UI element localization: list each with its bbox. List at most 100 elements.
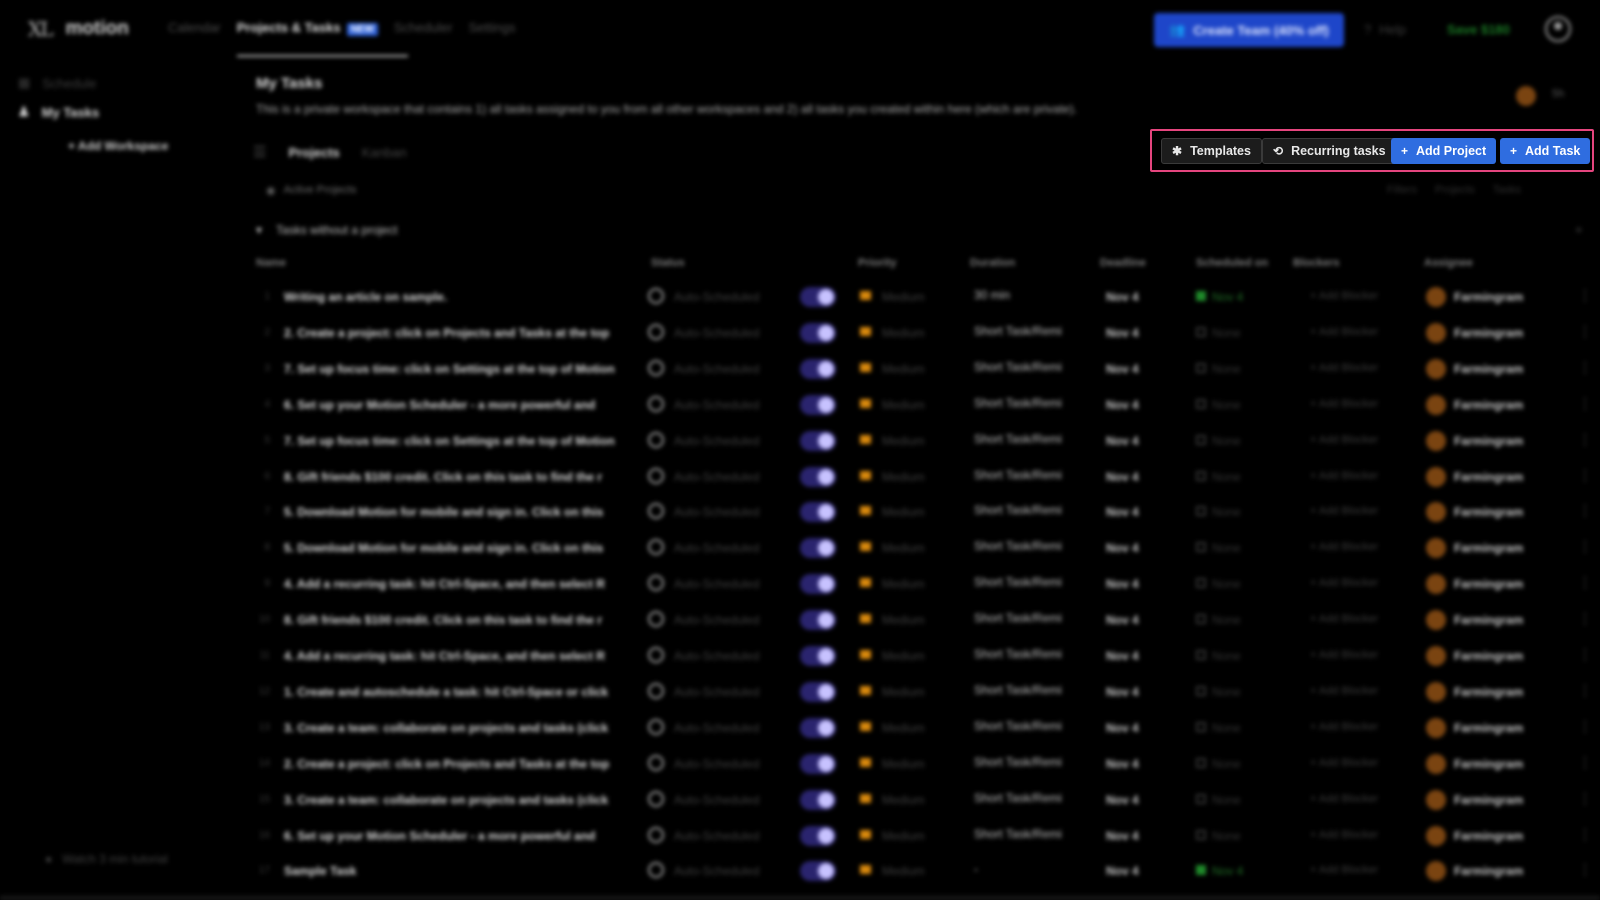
more-options-icon[interactable]: ⋮ [1578,538,1592,555]
task-deadline[interactable]: Nov 4 [1106,434,1139,448]
task-assignee[interactable]: Farmingram [1454,613,1523,627]
task-duration[interactable]: Short Task/Remi [974,432,1062,446]
task-status[interactable]: Auto-Scheduled [674,577,759,591]
more-options-icon[interactable]: ⋮ [1578,359,1592,376]
sidebar-item-schedule[interactable]: ▦ Schedule [18,75,97,91]
more-options-icon[interactable]: ⋮ [1578,323,1592,340]
task-assignee[interactable]: Farmingram [1454,864,1523,878]
task-name[interactable]: 7. Set up focus time: click on Settings … [284,434,639,448]
group-header[interactable]: ▾ Tasks without a project [256,223,397,237]
task-duration[interactable]: Short Task/Remi [974,611,1062,625]
task-priority[interactable]: Medium [882,757,925,771]
table-row[interactable]: 1 Writing an article on sample. Auto-Sched… [256,279,1592,314]
task-priority[interactable]: Medium [882,649,925,663]
column-header-blockers[interactable]: Blockers [1293,257,1339,269]
task-name[interactable]: 5. Download Motion for mobile and sign i… [284,505,639,519]
task-name[interactable]: 4. Add a recurring task: hit Ctrl-Space,… [284,577,639,591]
task-status[interactable]: Auto-Scheduled [674,434,759,448]
task-deadline[interactable]: Nov 4 [1106,757,1139,771]
add-blocker-button[interactable]: + Add Blocker [1310,685,1378,697]
user-account-icon[interactable] [1545,16,1571,42]
auto-schedule-toggle[interactable] [800,718,836,738]
column-header-status[interactable]: Status [651,257,685,269]
status-circle-icon[interactable] [648,288,664,304]
status-circle-icon[interactable] [648,539,664,555]
task-deadline[interactable]: Nov 4 [1106,290,1139,304]
task-assignee[interactable]: Farmingram [1454,398,1523,412]
auto-schedule-toggle[interactable] [800,682,836,702]
add-blocker-button[interactable]: + Add Blocker [1310,541,1378,553]
task-priority[interactable]: Medium [882,326,925,340]
status-circle-icon[interactable] [648,755,664,771]
auto-schedule-toggle[interactable] [800,359,836,379]
auto-schedule-toggle[interactable] [800,467,836,487]
status-circle-icon[interactable] [648,647,664,663]
table-row[interactable]: 7 5. Download Motion for mobile and sign … [256,494,1592,529]
task-scheduled-on[interactable]: None [1212,470,1241,484]
add-blocker-button[interactable]: + Add Blocker [1310,362,1378,374]
task-scheduled-on[interactable]: None [1212,434,1241,448]
add-blocker-button[interactable]: + Add Blocker [1310,721,1378,733]
tab-kanban[interactable]: Kanban [362,145,407,160]
auto-schedule-toggle[interactable] [800,610,836,630]
status-circle-icon[interactable] [648,683,664,699]
task-deadline[interactable]: Nov 4 [1106,793,1139,807]
task-status[interactable]: Auto-Scheduled [674,505,759,519]
more-options-icon[interactable]: ⋮ [1578,861,1592,878]
task-status[interactable]: Auto-Scheduled [674,541,759,555]
auto-schedule-toggle[interactable] [800,826,836,846]
status-circle-icon[interactable] [648,611,664,627]
avatar[interactable] [1516,86,1536,106]
tasks-toggle[interactable]: Tasks [1493,184,1521,196]
more-options-icon[interactable]: ⋮ [1578,502,1592,519]
task-deadline[interactable]: Nov 4 [1106,541,1139,555]
nav-scheduler[interactable]: Scheduler [394,20,453,35]
more-options-icon[interactable]: ⋮ [1578,754,1592,771]
task-assignee[interactable]: Farmingram [1454,434,1523,448]
filters-button[interactable]: Filters [1387,184,1417,196]
task-priority[interactable]: Medium [882,685,925,699]
task-assignee[interactable]: Farmingram [1454,757,1523,771]
task-status[interactable]: Auto-Scheduled [674,757,759,771]
task-scheduled-on[interactable]: Nov 4 [1212,290,1243,304]
task-scheduled-on[interactable]: Nov 4 [1212,864,1243,878]
task-scheduled-on[interactable]: None [1212,326,1241,340]
add-blocker-button[interactable]: + Add Blocker [1310,290,1378,302]
task-scheduled-on[interactable]: None [1212,541,1241,555]
table-row[interactable]: 16 6. Set up your Motion Scheduler - a mo… [256,818,1592,853]
task-name[interactable]: 5. Download Motion for mobile and sign i… [284,541,639,555]
status-circle-icon[interactable] [648,827,664,843]
task-name[interactable]: 4. Add a recurring task: hit Ctrl-Space,… [284,649,639,663]
task-assignee[interactable]: Farmingram [1454,721,1523,735]
task-scheduled-on[interactable]: None [1212,829,1241,843]
task-name[interactable]: 8. Gift friends $100 credit. Click on th… [284,470,639,484]
task-name[interactable]: 1. Create and autoschedule a task: hit C… [284,685,639,699]
task-duration[interactable]: Short Task/Remi [974,791,1062,805]
task-assignee[interactable]: Farmingram [1454,577,1523,591]
table-row[interactable]: 14 2. Create a project: click on Projects… [256,746,1592,781]
task-assignee[interactable]: Farmingram [1454,505,1523,519]
more-options-icon[interactable]: ⋮ [1578,826,1592,843]
save-offer-link[interactable]: Save $180 [1447,22,1510,37]
status-circle-icon[interactable] [648,791,664,807]
task-status[interactable]: Auto-Scheduled [674,613,759,627]
task-duration[interactable]: Short Task/Remi [974,539,1062,553]
task-name[interactable]: 3. Create a team: collaborate on project… [284,793,639,807]
nav-settings[interactable]: Settings [468,20,515,35]
auto-schedule-toggle[interactable] [800,287,836,307]
add-blocker-button[interactable]: + Add Blocker [1310,577,1378,589]
task-priority[interactable]: Medium [882,613,925,627]
column-header-assignee[interactable]: Assignee [1424,257,1473,269]
table-row[interactable]: 5 7. Set up focus time: click on Settings… [256,423,1592,458]
add-workspace-button[interactable]: + Add Workspace [68,139,168,153]
task-status[interactable]: Auto-Scheduled [674,290,759,304]
table-row[interactable]: 4 6. Set up your Motion Scheduler - a mor… [256,387,1592,422]
column-header-scheduled-on[interactable]: Scheduled on [1196,257,1268,269]
table-row[interactable]: 11 4. Add a recurring task: hit Ctrl-Spac… [256,638,1592,673]
help-link[interactable]: ? Help [1364,22,1406,37]
add-blocker-button[interactable]: + Add Blocker [1310,613,1378,625]
table-row[interactable]: 9 4. Add a recurring task: hit Ctrl-Space… [256,566,1592,601]
logo[interactable]: XL motion [28,17,129,41]
projects-toggle[interactable]: Projects [1435,184,1475,196]
status-circle-icon[interactable] [648,432,664,448]
